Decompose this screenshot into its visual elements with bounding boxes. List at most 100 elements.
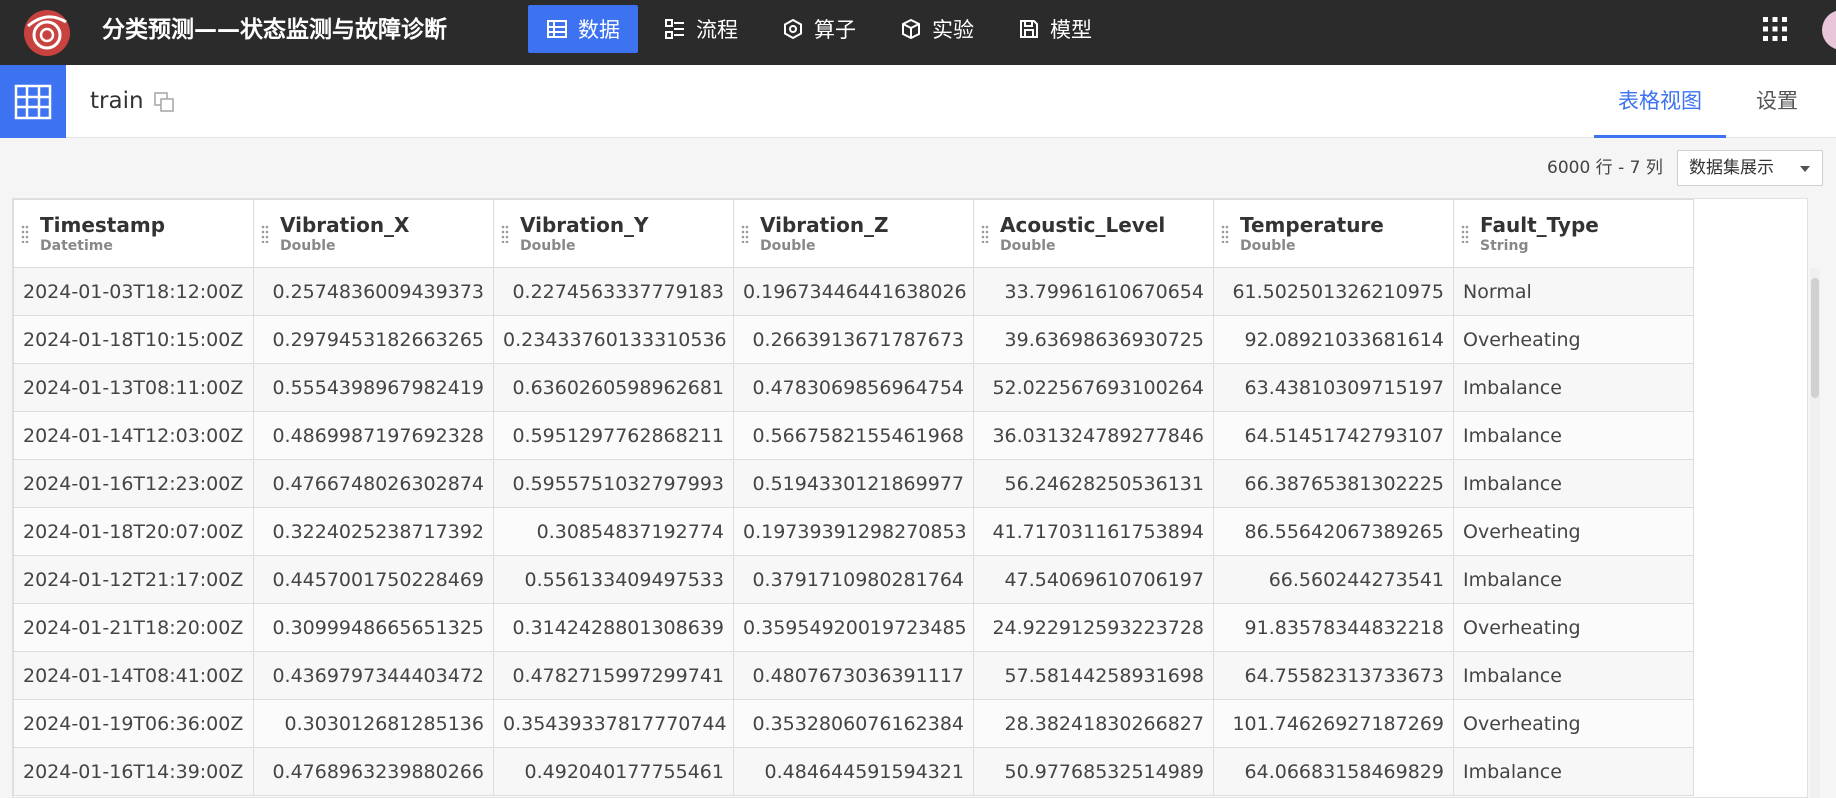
nav-item-experiment[interactable]: 实验 <box>882 5 992 53</box>
nav-item-label: 实验 <box>932 18 974 42</box>
app-logo-icon[interactable] <box>22 8 72 58</box>
table-row[interactable]: 2024-01-03T18:12:00Z 0.2574836009439373 0.… <box>13 267 1694 316</box>
table-cell: 0.5955751032797993 <box>493 459 734 508</box>
column-name: Vibration_Y <box>520 212 649 237</box>
table-row[interactable]: 2024-01-16T14:39:00Z 0.4768963239880266 0.… <box>13 747 1694 796</box>
table-row[interactable]: 2024-01-18T10:15:00Z 0.2979453182663265 0.… <box>13 315 1694 364</box>
nav-item-model[interactable]: 模型 <box>1000 5 1110 53</box>
nav-item-operator[interactable]: 算子 <box>764 5 874 53</box>
table-row[interactable]: 2024-01-13T08:11:00Z 0.5554398967982419 0.… <box>13 363 1694 412</box>
table-cell: 0.19739391298270853 <box>733 507 974 556</box>
nav-item-data[interactable]: 数据 <box>528 5 638 53</box>
table-cell: 2024-01-18T10:15:00Z <box>13 315 254 364</box>
column-header[interactable]: Fault_Type String <box>1453 199 1694 268</box>
table-row[interactable]: 2024-01-21T18:20:00Z 0.3099948665651325 0.… <box>13 603 1694 652</box>
display-select-value: 数据集展示 <box>1689 158 1774 178</box>
table-cell: Imbalance <box>1453 651 1694 700</box>
table-cell: Imbalance <box>1453 363 1694 412</box>
table-cell: 2024-01-16T12:23:00Z <box>13 459 254 508</box>
table-cell: 0.3099948665651325 <box>253 603 494 652</box>
main-nav: 数据 流程 算子 实验 模型 <box>528 5 1110 53</box>
table-cell: 0.2574836009439373 <box>253 267 494 316</box>
table-cell: 64.51451742793107 <box>1213 411 1454 460</box>
table-cell: 0.4369797344403472 <box>253 651 494 700</box>
table-cell: 92.08921033681614 <box>1213 315 1454 364</box>
table-cell: Imbalance <box>1453 459 1694 508</box>
tab-settings[interactable]: 设置 <box>1746 65 1808 138</box>
table-cell: 0.3791710980281764 <box>733 555 974 604</box>
table-cell: 50.97768532514989 <box>973 747 1214 796</box>
nav-item-flow[interactable]: 流程 <box>646 5 756 53</box>
column-type: Double <box>520 237 576 254</box>
table-cell: 101.74626927187269 <box>1213 699 1454 748</box>
table-cell: 0.492040177755461 <box>493 747 734 796</box>
table-cell: Imbalance <box>1453 555 1694 604</box>
table-cell: 0.556133409497533 <box>493 555 734 604</box>
column-header[interactable]: Acoustic_Level Double <box>973 199 1214 268</box>
table-cell: 2024-01-16T14:39:00Z <box>13 747 254 796</box>
dataset-table-icon <box>14 84 52 119</box>
column-name: Fault_Type <box>1480 212 1599 237</box>
copy-icon[interactable] <box>153 91 175 113</box>
avatar[interactable] <box>1822 10 1836 50</box>
dataset-icon-box <box>0 65 66 138</box>
column-name: Vibration_X <box>280 212 410 237</box>
drag-handle-icon[interactable] <box>261 225 269 243</box>
table-cell: Imbalance <box>1453 411 1694 460</box>
tab-table-view[interactable]: 表格视图 <box>1594 65 1726 138</box>
column-header[interactable]: Vibration_X Double <box>253 199 494 268</box>
column-header[interactable]: Temperature Double <box>1213 199 1454 268</box>
table-cell: 0.4783069856964754 <box>733 363 974 412</box>
column-header[interactable]: Vibration_Y Double <box>493 199 734 268</box>
column-header[interactable]: Vibration_Z Double <box>733 199 974 268</box>
caret-down-icon <box>1800 166 1810 172</box>
column-type: Double <box>1000 237 1056 254</box>
table-cell: 2024-01-03T18:12:00Z <box>13 267 254 316</box>
vertical-scrollbar[interactable] <box>1810 268 1820 798</box>
table-cell: 39.63698636930725 <box>973 315 1214 364</box>
table-cell: Overheating <box>1453 507 1694 556</box>
table-row[interactable]: 2024-01-12T21:17:00Z 0.4457001750228469 0.… <box>13 555 1694 604</box>
table-cell: Overheating <box>1453 603 1694 652</box>
table-row[interactable]: 2024-01-16T12:23:00Z 0.4766748026302874 0.… <box>13 459 1694 508</box>
table-cell: 0.5667582155461968 <box>733 411 974 460</box>
drag-handle-icon[interactable] <box>21 225 29 243</box>
table-cell: 0.303012681285136 <box>253 699 494 748</box>
table-header-row: Timestamp Datetime Vibration_X Double Vi… <box>13 199 1694 268</box>
display-select[interactable]: 数据集展示 <box>1677 150 1823 186</box>
flow-icon <box>665 19 684 39</box>
drag-handle-icon[interactable] <box>1461 225 1469 243</box>
table-cell: 57.58144258931698 <box>973 651 1214 700</box>
dataset-header: train 表格视图 设置 <box>0 65 1836 138</box>
column-type: Double <box>1240 237 1296 254</box>
table-cell: 0.484644591594321 <box>733 747 974 796</box>
scrollbar-thumb[interactable] <box>1811 278 1819 398</box>
data-table-container: Timestamp Datetime Vibration_X Double Vi… <box>12 198 1808 798</box>
table-cell: 0.4768963239880266 <box>253 747 494 796</box>
table-cell: 91.83578344832218 <box>1213 603 1454 652</box>
table-cell: 0.4807673036391117 <box>733 651 974 700</box>
table-row[interactable]: 2024-01-18T20:07:00Z 0.3224025238717392 0.… <box>13 507 1694 556</box>
column-header[interactable]: Timestamp Datetime <box>13 199 254 268</box>
table-cell: 66.38765381302225 <box>1213 459 1454 508</box>
table-cell: 0.35954920019723485 <box>733 603 974 652</box>
drag-handle-icon[interactable] <box>501 225 509 243</box>
table-cell: 2024-01-18T20:07:00Z <box>13 507 254 556</box>
table-cell: 2024-01-19T06:36:00Z <box>13 699 254 748</box>
operator-icon <box>784 18 802 40</box>
table-cell: 0.6360260598962681 <box>493 363 734 412</box>
table-row[interactable]: 2024-01-19T06:36:00Z 0.303012681285136 0.3… <box>13 699 1694 748</box>
nav-item-label: 模型 <box>1050 18 1092 42</box>
nav-item-label: 算子 <box>814 18 856 42</box>
apps-grid-icon[interactable] <box>1762 16 1788 42</box>
table-row[interactable]: 2024-01-14T12:03:00Z 0.4869987197692328 0.… <box>13 411 1694 460</box>
table-cell: 52.022567693100264 <box>973 363 1214 412</box>
table-cell: 0.4457001750228469 <box>253 555 494 604</box>
table-cell: 64.75582313733673 <box>1213 651 1454 700</box>
drag-handle-icon[interactable] <box>741 225 749 243</box>
drag-handle-icon[interactable] <box>981 225 989 243</box>
table-row[interactable]: 2024-01-14T08:41:00Z 0.4369797344403472 0.… <box>13 651 1694 700</box>
row-column-count: 6000 行 - 7 列 <box>1547 158 1663 178</box>
table-cell: 28.38241830266827 <box>973 699 1214 748</box>
drag-handle-icon[interactable] <box>1221 225 1229 243</box>
